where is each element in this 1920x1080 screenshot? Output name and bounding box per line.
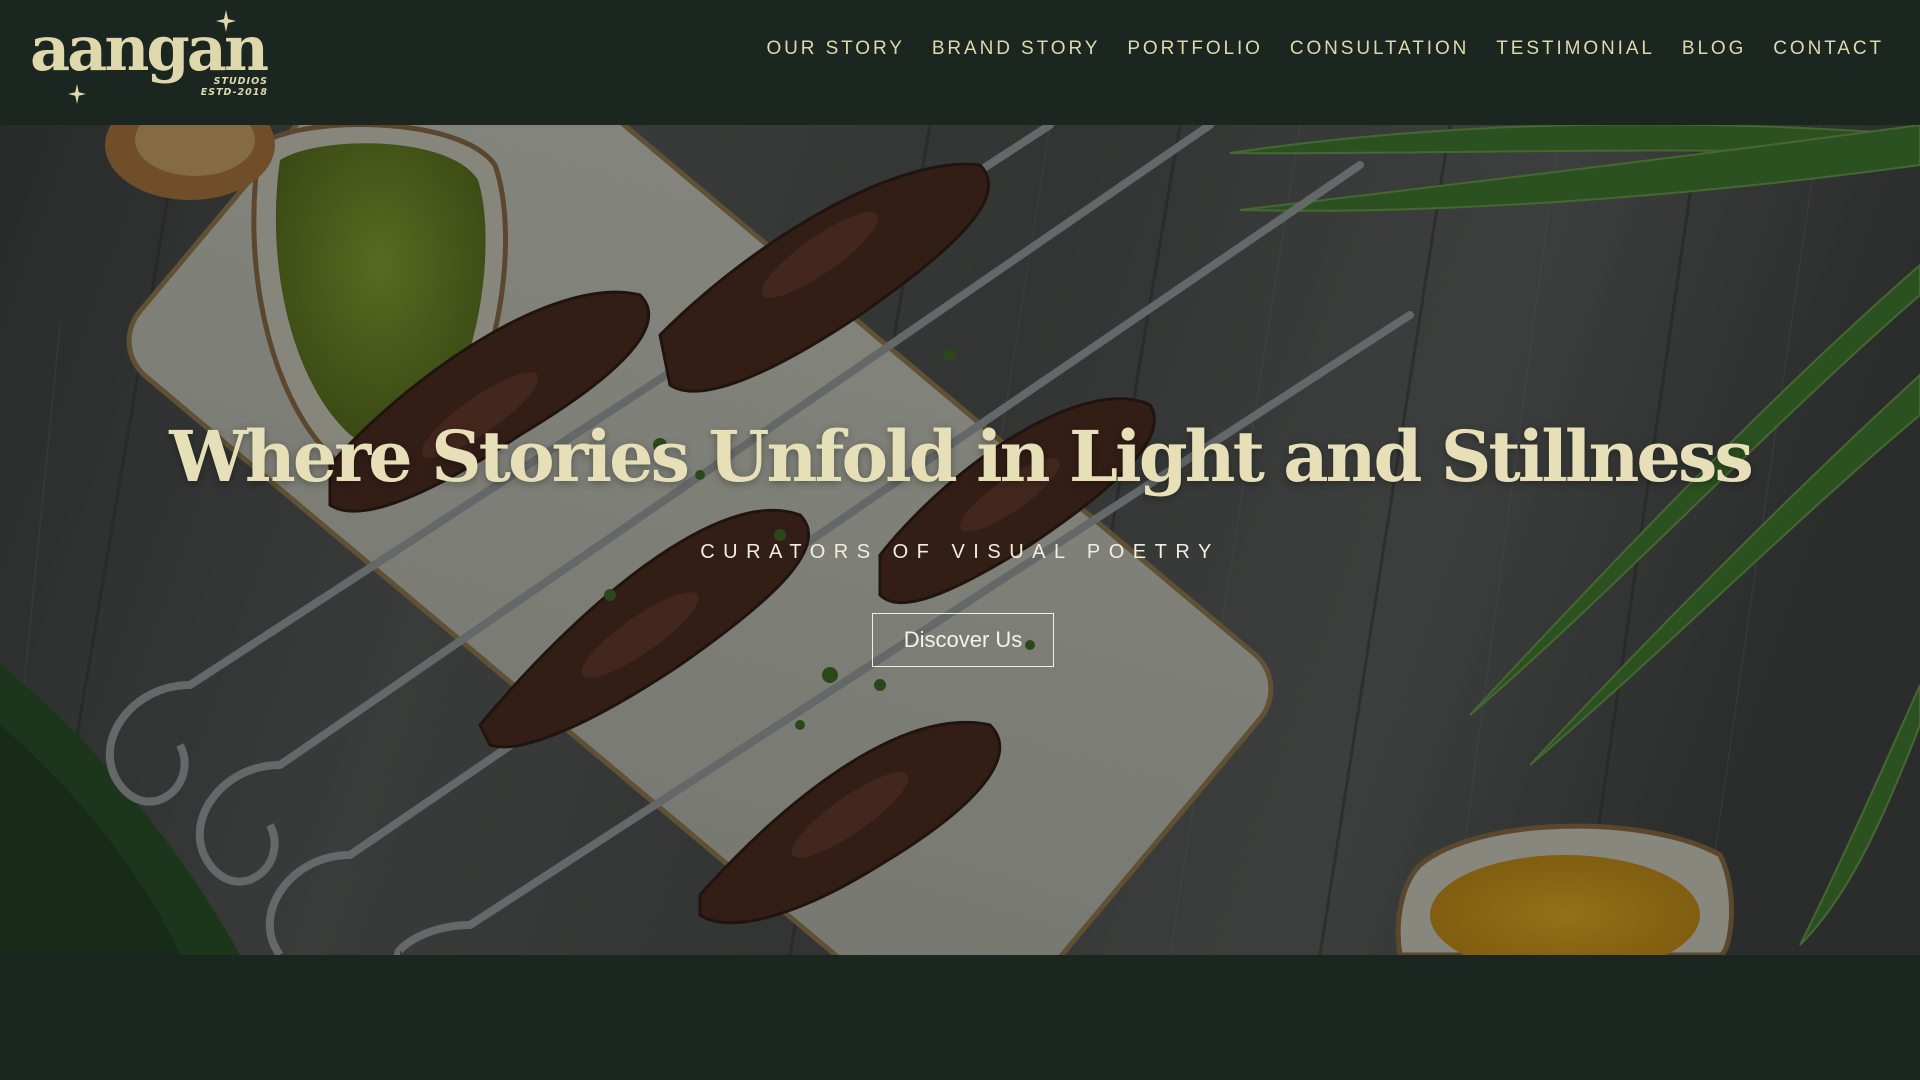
nav-testimonial[interactable]: TESTIMONIAL [1496, 38, 1655, 60]
nav-brand-story[interactable]: BRAND STORY [932, 38, 1100, 60]
main-nav: OUR STORY BRAND STORY PORTFOLIO CONSULTA… [739, 38, 1884, 60]
logo-wordmark: aangan [30, 12, 269, 85]
hero-subtitle: CURATORS OF VISUAL POETRY [700, 541, 1220, 563]
logo-studios-text: STUDIOS [213, 76, 268, 87]
brand-logo[interactable]: aangan STUDIOS ESTD-2018 [28, 10, 278, 105]
hero-section: Where Stories Unfold in Light and Stilln… [0, 125, 1920, 955]
site-header: aangan STUDIOS ESTD-2018 OUR STORY BRAND… [0, 0, 1920, 125]
logo-tagline: STUDIOS ESTD-2018 [201, 76, 268, 98]
logo-established-text: ESTD-2018 [200, 87, 268, 98]
hero-title: Where Stories Unfold in Light and Stilln… [169, 415, 1754, 498]
discover-us-button[interactable]: Discover Us [872, 613, 1054, 667]
nav-contact[interactable]: CONTACT [1773, 38, 1884, 60]
sparkle-star-icon [68, 84, 86, 104]
nav-our-story[interactable]: OUR STORY [766, 38, 904, 60]
nav-blog[interactable]: BLOG [1682, 38, 1746, 60]
hero-dark-overlay [0, 125, 1920, 955]
nav-portfolio[interactable]: PORTFOLIO [1127, 38, 1263, 60]
nav-consultation[interactable]: CONSULTATION [1290, 38, 1469, 60]
bottom-band [0, 955, 1920, 1080]
